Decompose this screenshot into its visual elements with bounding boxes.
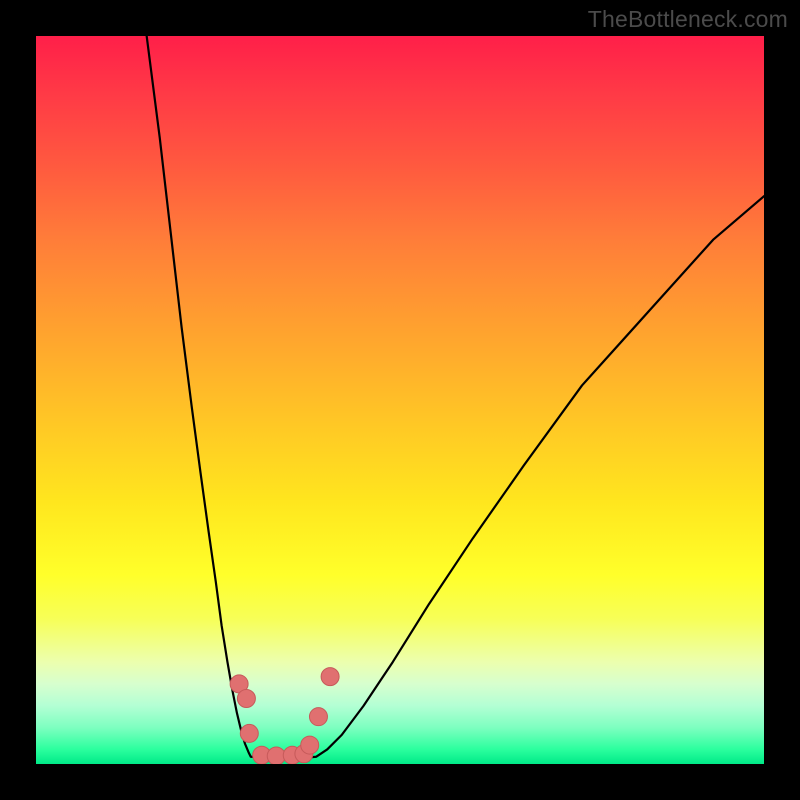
- chart-frame: TheBottleneck.com: [0, 0, 800, 800]
- highlight-point: [309, 708, 327, 726]
- plot-area: [36, 36, 764, 764]
- highlight-point: [321, 668, 339, 686]
- highlight-point: [301, 736, 319, 754]
- highlight-point: [267, 747, 285, 764]
- highlight-point: [237, 689, 255, 707]
- highlight-point: [240, 724, 258, 742]
- watermark-text: TheBottleneck.com: [588, 6, 788, 33]
- curve-canvas: [36, 36, 764, 764]
- bottleneck-curve: [147, 36, 764, 757]
